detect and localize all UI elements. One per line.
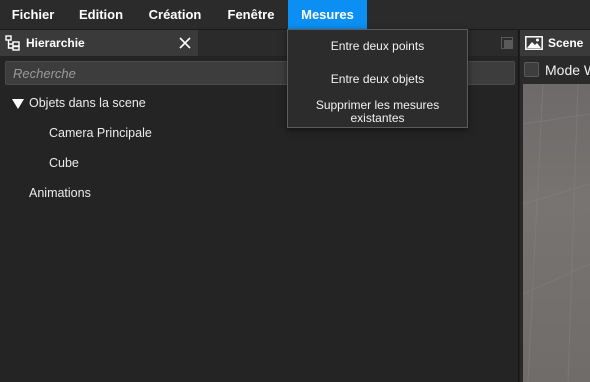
- close-icon[interactable]: [178, 36, 192, 50]
- image-icon: [525, 36, 543, 50]
- menu-mesures[interactable]: Mesures: [288, 0, 367, 29]
- mode-checkbox[interactable]: [524, 62, 539, 77]
- menu-item-entre-deux-points[interactable]: Entre deux points: [288, 40, 467, 53]
- menu-fichier[interactable]: Fichier: [0, 0, 66, 29]
- menu-bar: Fichier Edition Création Fenêtre Mesures: [0, 0, 590, 30]
- mode-label: Mode W: [545, 62, 590, 78]
- menu-item-supprimer-mesures[interactable]: Supprimer les mesures existantes: [288, 99, 467, 125]
- scene-title: Scene: [548, 36, 584, 50]
- grid-lines: [523, 84, 590, 382]
- tree-item-camera[interactable]: Camera Principale: [49, 122, 152, 144]
- maximize-icon[interactable]: [501, 37, 513, 49]
- tree-item-cube[interactable]: Cube: [49, 152, 79, 174]
- tab-scene[interactable]: Scene: [520, 30, 590, 56]
- mode-toggle[interactable]: Mode W: [520, 60, 590, 82]
- scene-viewport[interactable]: [523, 84, 590, 382]
- hierarchy-title: Hierarchie: [26, 36, 85, 50]
- scene-panel: Scene Mode W: [520, 30, 590, 382]
- tab-hierarchy[interactable]: Hierarchie: [0, 30, 199, 56]
- menu-item-entre-deux-objets[interactable]: Entre deux objets: [288, 73, 467, 86]
- mesures-dropdown: Entre deux points Entre deux objets Supp…: [287, 29, 468, 128]
- menu-creation[interactable]: Création: [136, 0, 214, 29]
- triangle-down-icon[interactable]: [12, 98, 24, 110]
- tree-item-objets[interactable]: Objets dans la scene: [29, 92, 146, 114]
- tree-item-animations[interactable]: Animations: [29, 182, 91, 204]
- menu-edition[interactable]: Edition: [66, 0, 136, 29]
- hierarchy-icon: [5, 35, 20, 51]
- menu-fenetre[interactable]: Fenêtre: [214, 0, 288, 29]
